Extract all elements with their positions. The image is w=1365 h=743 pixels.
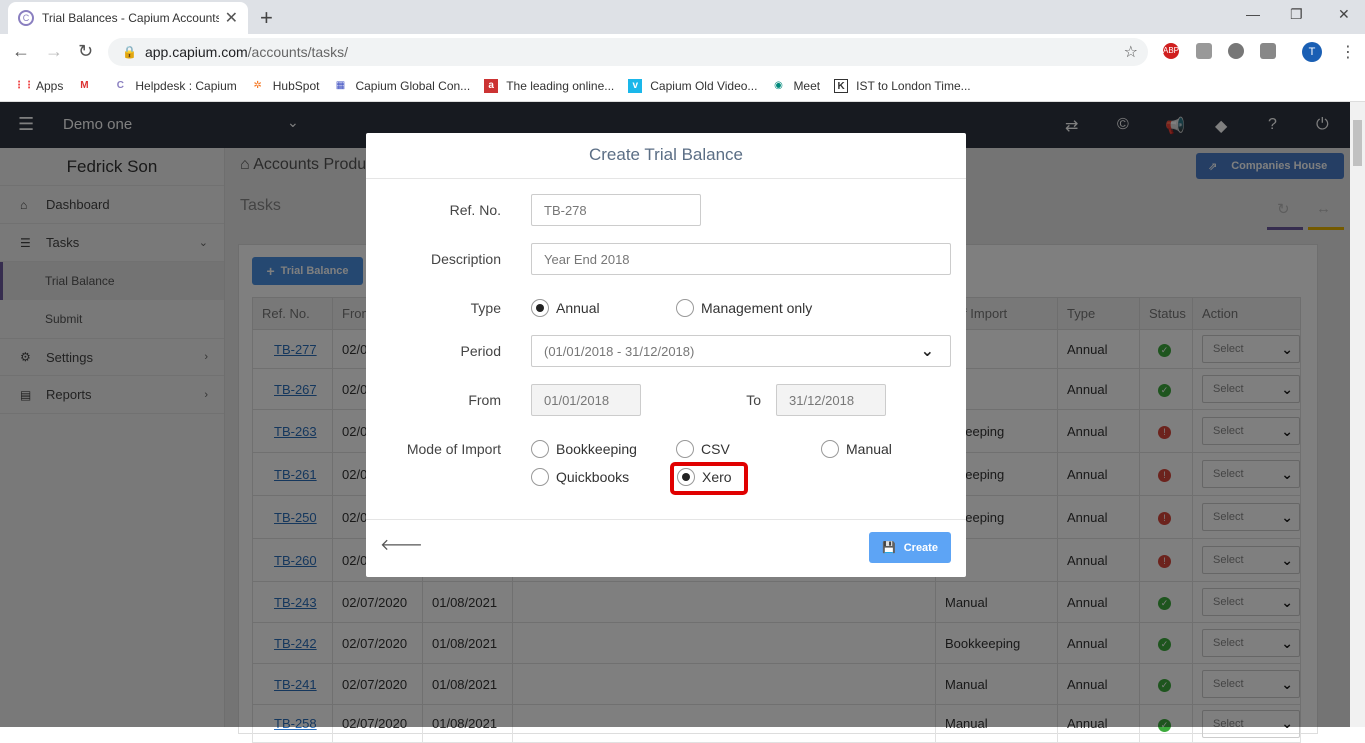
reload-icon[interactable]: ↻ (78, 41, 93, 62)
from-date-field[interactable]: 01/01/2018 (531, 384, 641, 416)
modal-footer-divider (366, 519, 966, 520)
from-label: From (468, 392, 501, 408)
url-host: app.capium.com (144, 44, 248, 60)
bookmark-meet[interactable]: ◉ Meet (771, 79, 820, 93)
lock-icon: 🔒 (122, 45, 137, 59)
radio-unchecked-icon (821, 440, 839, 458)
bookmark-hubspot[interactable]: ✲ HubSpot (251, 79, 320, 93)
back-arrow-icon[interactable]: 🡐 (380, 534, 423, 555)
aw-icon: a (484, 78, 499, 93)
address-bar[interactable]: 🔒 app.capium.com/accounts/tasks/ ☆ (108, 38, 1148, 66)
type-label: Type (470, 300, 501, 316)
mode-quickbooks-radio[interactable]: Quickbooks (531, 468, 629, 486)
bookmark-capium-old-video[interactable]: v Capium Old Video... (628, 78, 757, 93)
modal-title: Create Trial Balance (366, 133, 966, 179)
browser-tab-bar: C Trial Balances - Capium Accounts ✕ + —… (0, 0, 1365, 34)
radio-checked-icon (531, 299, 549, 317)
bookmark-star-icon[interactable]: ☆ (1124, 42, 1138, 62)
radio-unchecked-icon (531, 468, 549, 486)
scrollbar-thumb[interactable] (1353, 120, 1362, 166)
mode-bookkeeping-radio[interactable]: Bookkeeping (531, 440, 637, 458)
type-annual-radio[interactable]: Annual (531, 299, 600, 317)
hubspot-icon: ✲ (253, 79, 262, 91)
bookmark-helpdesk[interactable]: C Helpdesk : Capium (113, 79, 237, 93)
period-label: Period (460, 343, 501, 359)
to-label: To (746, 392, 761, 408)
radio-unchecked-icon (676, 440, 694, 458)
mode-of-import-label: Mode of Import (406, 441, 501, 457)
time-icon: K (834, 78, 849, 93)
tab-title: Trial Balances - Capium Accounts (42, 11, 219, 25)
mode-csv-radio[interactable]: CSV (676, 440, 730, 458)
forward-nav-icon[interactable]: → (45, 41, 63, 62)
calendar-icon: ▦ (335, 79, 346, 91)
create-trial-balance-modal: Create Trial Balance Ref. No. TB-278 Des… (366, 133, 966, 577)
period-select[interactable]: (01/01/2018 - 31/12/2018) ⌄ (531, 335, 951, 367)
meet-icon: ◉ (774, 79, 783, 91)
browser-tab[interactable]: C Trial Balances - Capium Accounts ✕ (8, 2, 248, 34)
save-icon: 💾 (882, 542, 896, 554)
chevron-down-icon: ⌄ (920, 343, 934, 360)
tab-close-icon[interactable]: ✕ (225, 8, 238, 28)
mode-manual-radio[interactable]: Manual (821, 440, 892, 458)
to-date-field[interactable]: 31/12/2018 (776, 384, 886, 416)
profile-avatar[interactable]: T (1302, 42, 1322, 62)
bookmark-apps[interactable]: ⋮⋮ Apps (14, 79, 63, 93)
minimize-icon[interactable]: — (1246, 6, 1260, 22)
bookmark-gmail[interactable]: M (77, 79, 99, 93)
adblock-icon[interactable]: ABP (1163, 43, 1179, 59)
radio-unchecked-icon (676, 299, 694, 317)
url-path: /accounts/tasks/ (247, 44, 349, 60)
type-management-radio[interactable]: Management only (676, 299, 812, 317)
window-close-icon[interactable]: ✕ (1338, 6, 1350, 23)
apps-grid-icon: ⋮⋮ (14, 79, 34, 91)
back-nav-icon[interactable]: ← (12, 41, 30, 62)
create-button[interactable]: 💾 Create (869, 532, 951, 563)
gmail-icon: M (80, 79, 89, 91)
radio-unchecked-icon (531, 440, 549, 458)
browser-menu-icon[interactable]: ⋮ (1340, 42, 1356, 62)
vimeo-icon: v (628, 78, 643, 93)
capium-favicon-icon: C (18, 10, 34, 26)
description-label: Description (430, 251, 501, 267)
camera-icon[interactable] (1260, 43, 1276, 59)
description-input[interactable]: Year End 2018 (531, 243, 951, 275)
restore-icon[interactable]: ❐ (1290, 6, 1303, 23)
bookmark-capium-global[interactable]: ▦ Capium Global Con... (333, 79, 470, 93)
ref-input[interactable]: TB-278 (531, 194, 701, 226)
page-scrollbar[interactable] (1350, 102, 1365, 727)
extension-icon[interactable] (1196, 43, 1212, 59)
bookmark-ist-london[interactable]: K IST to London Time... (834, 78, 971, 93)
capium-icon: C (116, 79, 124, 91)
new-tab-icon[interactable]: + (260, 5, 273, 31)
extension-badge-icon[interactable] (1228, 43, 1244, 59)
xero-highlight-box (670, 462, 748, 495)
ref-label: Ref. No. (449, 202, 501, 218)
bookmark-leading-online[interactable]: a The leading online... (484, 78, 614, 93)
bookmarks-bar: ⋮⋮ Apps M C Helpdesk : Capium ✲ HubSpot ▦ Ca… (0, 70, 1365, 102)
